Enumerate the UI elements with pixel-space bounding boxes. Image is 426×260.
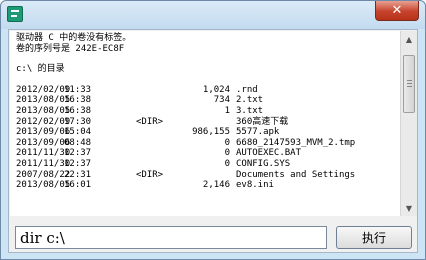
entry-time: 12:37 [64, 158, 92, 169]
entry-size: 1,024 [202, 84, 230, 95]
entry-time: 17:30 [64, 116, 92, 127]
entry-name: Documents and Settings [236, 169, 356, 180]
execute-button[interactable]: 执行 [336, 226, 412, 249]
listing-row: 2013/08/05 16:38 734 2.txt [16, 95, 400, 106]
entry-date: 2011/11/30 [16, 148, 71, 159]
grip-line [407, 80, 412, 81]
close-icon: ✕ [391, 3, 403, 18]
entry-date: 2007/08/22 [16, 169, 71, 180]
command-input[interactable] [15, 226, 327, 249]
entry-size: 1 [224, 105, 230, 116]
entry-name: 6680_2147593_MVM_2.tmp [236, 137, 356, 148]
entry-dir-tag [136, 106, 178, 117]
entry-size: 2,146 [202, 180, 230, 191]
app-window: ✕ 驱动器 C 中的卷没有标签。 卷的序列号是 242E-EC8F c:\ 的目… [0, 0, 426, 260]
entry-time: 11:33 [64, 84, 92, 95]
listing-row: 2013/08/05 16:38 1 3.txt [16, 106, 400, 117]
output-header-line-2: 卷的序列号是 242E-EC8F [16, 43, 125, 54]
entry-dir-tag: <DIR> [136, 169, 164, 180]
title-bar[interactable]: ✕ [1, 1, 425, 29]
entry-dir-tag [136, 180, 178, 191]
directory-listing: 2012/02/09 11:33 1,024 .rnd 2013/08/05 16:38 7… [16, 85, 400, 191]
entry-time: 22:31 [64, 169, 92, 180]
entry-size: 986,155 [192, 127, 230, 138]
directory-title: c:\ 的目录 [16, 64, 65, 75]
entry-dir-tag [136, 138, 178, 149]
entry-time: 16:38 [64, 105, 92, 116]
entry-dir-tag [136, 148, 178, 159]
listing-row: 2013/09/06 08:48 0 6680_2147593_MVM_2.tmp [16, 138, 400, 149]
entry-name: 5577.apk [236, 127, 280, 138]
entry-dir-tag [136, 159, 178, 170]
entry-size: 734 [213, 95, 230, 106]
grip-line [407, 86, 412, 87]
entry-time: 15:04 [64, 127, 92, 138]
entry-dir-tag [136, 95, 178, 106]
app-icon[interactable] [7, 6, 23, 22]
entry-dir-tag: <DIR> [136, 116, 164, 127]
scroll-down-arrow-icon[interactable]: ▼ [401, 200, 417, 216]
entry-time: 16:01 [64, 180, 92, 191]
entry-time: 12:37 [64, 148, 92, 159]
entry-name: 3.txt [236, 105, 264, 116]
entry-name: 360高速下载 [236, 116, 289, 127]
close-button[interactable]: ✕ [375, 1, 419, 21]
entry-name: AUTOEXEC.BAT [236, 148, 302, 159]
entry-date: 2013/09/06 [16, 137, 71, 148]
entry-size [178, 170, 236, 181]
entry-name: 2.txt [236, 95, 264, 106]
grip-line [407, 83, 412, 84]
listing-row: 2011/11/30 12:37 0 AUTOEXEC.BAT [16, 148, 400, 159]
listing-row: 2007/08/22 22:31 <DIR> Documents and Settin… [16, 170, 400, 181]
entry-dir-tag [136, 85, 178, 96]
entry-size [178, 117, 236, 128]
entry-date: 2012/02/09 [16, 116, 71, 127]
listing-row: 2013/08/05 16:01 2,146 ev8.ini [16, 180, 400, 191]
entry-time: 08:48 [64, 137, 92, 148]
entry-name: .rnd [236, 84, 258, 95]
entry-date: 2013/08/05 [16, 180, 71, 191]
listing-row: 2013/09/06 15:04 986,155 5577.apk [16, 127, 400, 138]
entry-size: 0 [224, 137, 230, 148]
listing-row: 2012/02/09 17:30 <DIR> 360高速下载 [16, 117, 400, 128]
entry-date: 2013/08/05 [16, 95, 71, 106]
command-output: 驱动器 C 中的卷没有标签。 卷的序列号是 242E-EC8F c:\ 的目录 … [10, 31, 400, 216]
entry-date: 2013/09/06 [16, 127, 71, 138]
scroll-up-arrow-icon[interactable]: ▲ [401, 31, 417, 47]
entry-name: CONFIG.SYS [236, 158, 291, 169]
entry-date: 2012/02/09 [16, 84, 71, 95]
vertical-scrollbar[interactable]: ▲ ▼ [400, 31, 417, 216]
scrollbar-thumb[interactable] [403, 55, 415, 113]
client-area: 驱动器 C 中的卷没有标签。 卷的序列号是 242E-EC8F c:\ 的目录 … [8, 29, 418, 253]
listing-row: 2011/11/30 12:37 0 CONFIG.SYS [16, 159, 400, 170]
listing-row: 2012/02/09 11:33 1,024 .rnd [16, 85, 400, 96]
entry-time: 16:38 [64, 95, 92, 106]
entry-name: ev8.ini [236, 180, 274, 191]
entry-date: 2013/08/05 [16, 105, 71, 116]
entry-size: 0 [224, 158, 230, 169]
entry-size: 0 [224, 148, 230, 159]
entry-date: 2011/11/30 [16, 158, 71, 169]
output-header-line-1: 驱动器 C 中的卷没有标签。 [16, 33, 132, 43]
entry-dir-tag [136, 127, 178, 138]
